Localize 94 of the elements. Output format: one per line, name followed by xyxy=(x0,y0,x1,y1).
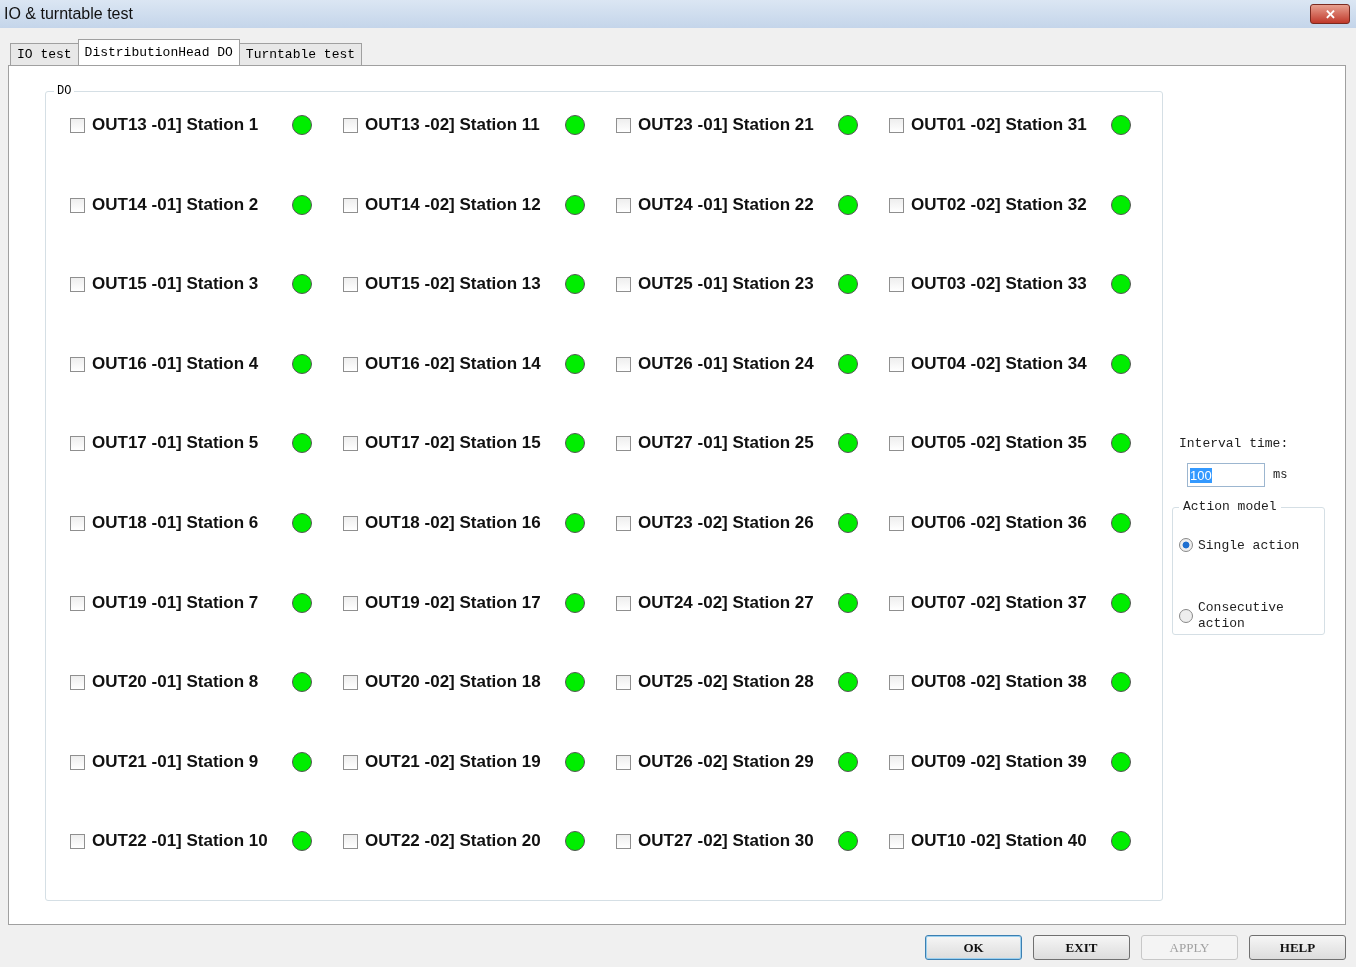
close-button[interactable]: ✕ xyxy=(1310,4,1350,24)
output-label: OUT13 -01] Station 1 xyxy=(92,115,260,135)
output-label: OUT23 -02] Station 26 xyxy=(638,512,815,533)
output-label: OUT18 -01] Station 6 xyxy=(92,512,260,533)
checkbox[interactable] xyxy=(616,675,631,691)
output-label: OUT19 -02] Station 17 xyxy=(365,592,542,613)
checkbox[interactable] xyxy=(70,754,85,770)
checkbox[interactable] xyxy=(889,595,904,611)
output-label: OUT21 -02] Station 19 xyxy=(365,751,542,772)
checkbox[interactable] xyxy=(70,834,85,850)
output-label: OUT16 -01] Station 4 xyxy=(92,353,260,374)
tab[interactable]: DistributionHead DO xyxy=(77,39,240,65)
output-label: OUT26 -01] Station 24 xyxy=(638,353,815,374)
output-label: OUT22 -02] Station 20 xyxy=(365,831,542,852)
output-label: OUT25 -01] Station 23 xyxy=(638,274,815,295)
output-label: OUT07 -02] Station 37 xyxy=(911,592,1088,613)
checkbox[interactable] xyxy=(616,277,631,293)
checkbox[interactable] xyxy=(343,595,358,611)
output-label: OUT10 -02] Station 40 xyxy=(911,831,1088,852)
unit-label: ms xyxy=(1273,468,1288,482)
output-label: OUT19 -01] Station 7 xyxy=(92,592,260,613)
checkbox[interactable] xyxy=(889,356,904,372)
checkbox[interactable] xyxy=(343,118,358,133)
checkbox[interactable] xyxy=(70,277,85,293)
checkbox[interactable] xyxy=(343,515,358,531)
output-label: OUT09 -02] Station 39 xyxy=(911,751,1088,772)
output-label: OUT02 -02] Station 32 xyxy=(911,194,1088,215)
output-label: OUT17 -01] Station 5 xyxy=(92,433,260,454)
checkbox[interactable] xyxy=(343,754,358,770)
output-label: OUT14 -02] Station 12 xyxy=(365,194,542,215)
tab[interactable]: IO test xyxy=(10,43,79,65)
checkbox[interactable] xyxy=(616,436,631,452)
output-label: OUT18 -02] Station 16 xyxy=(365,512,542,533)
checkbox[interactable] xyxy=(616,356,631,372)
tab[interactable]: Turntable test xyxy=(238,43,363,65)
checkbox[interactable] xyxy=(343,197,358,213)
checkbox[interactable] xyxy=(616,595,631,611)
checkbox[interactable] xyxy=(616,754,631,770)
output-label: OUT22 -01] Station 10 xyxy=(92,831,269,852)
checkbox[interactable] xyxy=(70,515,85,531)
output-label: OUT23 -01] Station 21 xyxy=(638,115,815,135)
checkbox[interactable] xyxy=(70,118,85,133)
checkbox[interactable] xyxy=(889,675,904,691)
output-label: OUT14 -01] Station 2 xyxy=(92,194,260,215)
output-label: OUT27 -01] Station 25 xyxy=(638,433,815,454)
checkbox[interactable] xyxy=(889,277,904,293)
checkbox[interactable] xyxy=(616,197,631,213)
checkbox[interactable] xyxy=(70,197,85,213)
output-label: OUT08 -02] Station 38 xyxy=(911,672,1088,693)
output-label: OUT13 -02] Station 11 xyxy=(365,115,541,135)
radio-button[interactable] xyxy=(1179,538,1193,552)
checkbox[interactable] xyxy=(616,834,631,850)
output-label: OUT20 -02] Station 18 xyxy=(365,672,542,693)
output-label: OUT15 -01] Station 3 xyxy=(92,274,260,295)
checkbox[interactable] xyxy=(343,436,358,452)
checkbox[interactable] xyxy=(343,277,358,293)
output-label: OUT24 -01] Station 22 xyxy=(638,194,815,215)
output-label: OUT21 -01] Station 9 xyxy=(92,751,260,772)
window-title: IO & turntable test xyxy=(4,5,133,23)
output-label: OUT15 -02] Station 13 xyxy=(365,274,542,295)
radio-button[interactable] xyxy=(1179,609,1193,623)
checkbox[interactable] xyxy=(343,356,358,372)
output-label: OUT05 -02] Station 35 xyxy=(911,433,1088,454)
output-label: OUT01 -02] Station 31 xyxy=(911,115,1088,135)
output-label: OUT27 -02] Station 30 xyxy=(638,831,815,852)
checkbox[interactable] xyxy=(889,754,904,770)
checkbox[interactable] xyxy=(616,118,631,133)
radio-label: Single action xyxy=(1198,538,1301,554)
checkbox[interactable] xyxy=(616,515,631,531)
output-label: OUT06 -02] Station 36 xyxy=(911,512,1088,533)
checkbox[interactable] xyxy=(889,436,904,452)
checkbox[interactable] xyxy=(70,595,85,611)
checkbox[interactable] xyxy=(70,356,85,372)
output-label: OUT04 -02] Station 34 xyxy=(911,353,1088,374)
checkbox[interactable] xyxy=(889,197,904,213)
output-label: OUT16 -02] Station 14 xyxy=(365,353,542,374)
checkbox[interactable] xyxy=(343,675,358,691)
checkbox[interactable] xyxy=(889,118,904,133)
output-label: OUT24 -02] Station 27 xyxy=(638,592,815,613)
checkbox[interactable] xyxy=(70,436,85,452)
dialog-button[interactable]: EXIT xyxy=(1033,935,1130,960)
output-label: OUT03 -02] Station 33 xyxy=(911,274,1088,295)
dialog-button[interactable]: OK xyxy=(925,935,1022,960)
output-label: OUT25 -02] Station 28 xyxy=(638,672,815,693)
checkbox[interactable] xyxy=(343,834,358,850)
dialog-button[interactable]: HELP xyxy=(1249,935,1346,960)
output-label: OUT20 -01] Station 8 xyxy=(92,672,260,693)
checkbox[interactable] xyxy=(70,675,85,691)
interval-label: Interval time: xyxy=(1179,436,1290,451)
checkbox[interactable] xyxy=(889,515,904,531)
output-label: OUT17 -02] Station 15 xyxy=(365,433,542,454)
checkbox[interactable] xyxy=(889,834,904,850)
radio-label: Consecutive action xyxy=(1198,600,1285,632)
output-label: OUT26 -02] Station 29 xyxy=(638,751,815,772)
